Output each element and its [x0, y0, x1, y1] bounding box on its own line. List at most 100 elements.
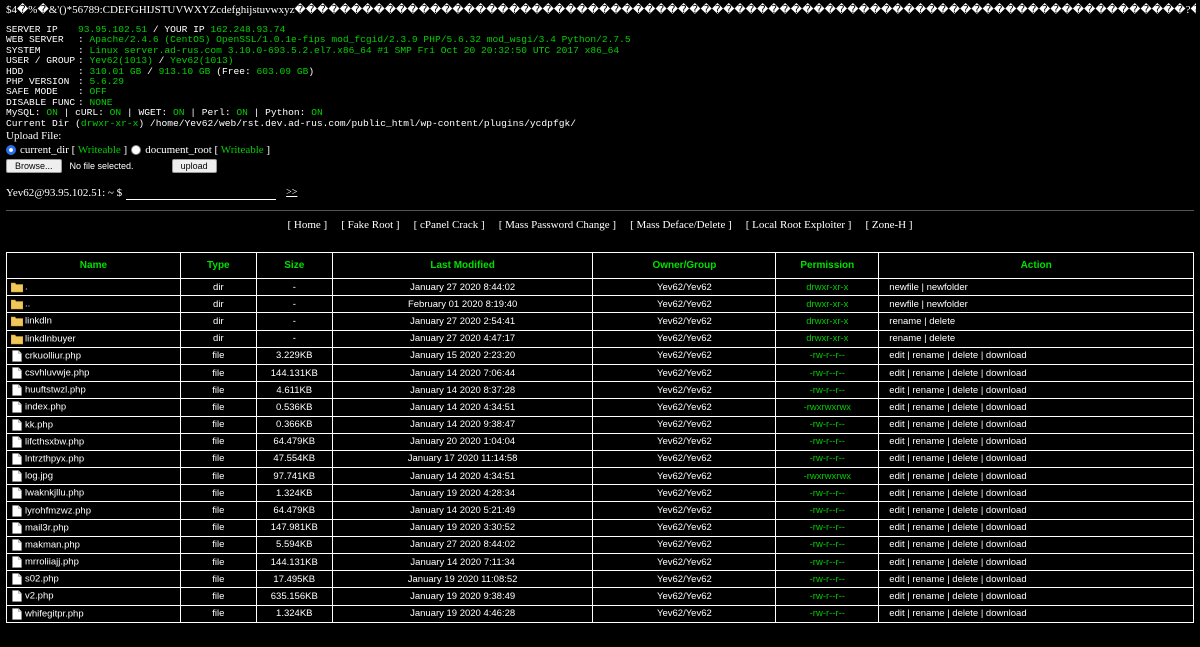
file-actions[interactable]: rename | delete — [878, 329, 1194, 348]
file-name-cell[interactable]: csvhluvwje.php — [6, 363, 181, 383]
file-actions[interactable]: edit | rename | delete | download — [878, 570, 1194, 589]
menu-link[interactable]: [ Zone-H ] — [865, 219, 912, 231]
file-name-cell[interactable]: s02.php — [6, 570, 181, 589]
permission[interactable]: -rw-r--r-- — [775, 587, 880, 606]
file-name-cell[interactable]: lntrzthpyx.php — [6, 449, 181, 469]
file-actions[interactable]: edit | rename | delete | download — [878, 552, 1194, 572]
file-actions[interactable]: edit | rename | delete | download — [878, 449, 1194, 469]
file-name[interactable]: kk.php — [25, 419, 53, 430]
file-name[interactable]: crkuolliur.php — [25, 350, 81, 361]
file-actions[interactable]: edit | rename | delete | download — [878, 381, 1194, 400]
file-name[interactable]: v2.php — [25, 591, 54, 602]
file-actions[interactable]: edit | rename | delete | download — [878, 535, 1194, 555]
permission[interactable]: drwxr-xr-x — [775, 312, 880, 331]
file-name-cell[interactable]: . — [6, 277, 181, 297]
file-name-cell[interactable]: lyrohfmzwz.php — [6, 501, 181, 520]
file-name-cell[interactable]: mail3r.php — [6, 518, 181, 537]
file-name-cell[interactable]: linkdlnbuyer — [6, 329, 181, 348]
permission[interactable]: -rw-r--r-- — [775, 363, 880, 383]
permission[interactable]: -rw-r--r-- — [775, 535, 880, 555]
file-name[interactable]: huuftstwzl.php — [25, 385, 86, 396]
permission[interactable]: -rwxrwxrwx — [775, 467, 880, 486]
permission[interactable]: -rw-r--r-- — [775, 381, 880, 400]
file-actions[interactable]: newfile | newfolder — [878, 277, 1194, 297]
file-name-cell[interactable]: log.jpg — [6, 467, 181, 486]
permission[interactable]: -rw-r--r-- — [775, 449, 880, 469]
file-name-cell[interactable]: mrroliiajj.php — [6, 552, 181, 572]
file-name[interactable]: lifcthsxbw.php — [25, 436, 84, 447]
file-name[interactable]: lntrzthpyx.php — [25, 453, 84, 464]
file-actions[interactable]: edit | rename | delete | download — [878, 604, 1194, 623]
file-name-cell[interactable]: whifegitpr.php — [6, 604, 181, 623]
permission[interactable]: -rw-r--r-- — [775, 432, 880, 451]
file-name[interactable]: .. — [25, 299, 30, 310]
menu-link[interactable]: [ Home ] — [287, 219, 327, 231]
browse-button[interactable]: Browse... — [6, 159, 62, 173]
command-input[interactable] — [126, 185, 277, 200]
permission[interactable]: -rwxrwxrwx — [775, 398, 880, 417]
file-name-cell[interactable]: kk.php — [6, 415, 181, 434]
column-header[interactable]: Type — [179, 252, 257, 279]
menu-link[interactable]: [ Local Root Exploiter ] — [746, 219, 852, 231]
file-actions[interactable]: edit | rename | delete | download — [878, 587, 1194, 606]
file-name[interactable]: s02.php — [25, 574, 59, 585]
file-name[interactable]: linkdln — [25, 316, 52, 327]
file-actions[interactable]: edit | rename | delete | download — [878, 363, 1194, 383]
menu-link[interactable]: [ Mass Password Change ] — [499, 219, 616, 231]
radio-current-dir[interactable] — [6, 145, 16, 155]
file-name-cell[interactable]: lifcthsxbw.php — [6, 432, 181, 451]
file-actions[interactable]: edit | rename | delete | download — [878, 398, 1194, 417]
file-actions[interactable]: rename | delete — [878, 312, 1194, 331]
file-name-cell[interactable]: huuftstwzl.php — [6, 381, 181, 400]
column-header[interactable]: Size — [255, 252, 333, 279]
upload-button[interactable]: upload — [171, 159, 217, 173]
file-actions[interactable]: edit | rename | delete | download — [878, 518, 1194, 537]
file-name[interactable]: index.php — [25, 402, 66, 413]
execute-button[interactable]: >> — [286, 187, 297, 198]
file-name-cell[interactable]: crkuolliur.php — [6, 346, 181, 365]
file-name[interactable]: mrroliiajj.php — [25, 557, 79, 568]
permission[interactable]: drwxr-xr-x — [775, 329, 880, 348]
file-actions[interactable]: edit | rename | delete | download — [878, 415, 1194, 434]
file-name-cell[interactable]: linkdln — [6, 312, 181, 331]
permission[interactable]: -rw-r--r-- — [775, 501, 880, 520]
file-actions[interactable]: edit | rename | delete | download — [878, 467, 1194, 486]
permission[interactable]: -rw-r--r-- — [775, 346, 880, 365]
menu-link[interactable]: [ cPanel Crack ] — [414, 219, 485, 231]
file-name-cell[interactable]: makman.php — [6, 535, 181, 555]
file-name[interactable]: lwaknkjllu.php — [25, 488, 84, 499]
permission[interactable]: -rw-r--r-- — [775, 484, 880, 503]
column-header[interactable]: Action — [878, 252, 1194, 279]
file-name[interactable]: linkdlnbuyer — [25, 333, 76, 344]
file-actions[interactable]: edit | rename | delete | download — [878, 484, 1194, 503]
file-name-cell[interactable]: index.php — [6, 398, 181, 417]
file-name[interactable]: . — [25, 282, 28, 293]
radio-document-root[interactable] — [131, 145, 142, 155]
column-header[interactable]: Owner/Group — [592, 252, 777, 279]
menu-link[interactable]: [ Fake Root ] — [341, 219, 399, 231]
file-name-cell[interactable]: .. — [6, 295, 181, 314]
column-header[interactable]: Last Modified — [331, 252, 594, 279]
column-header[interactable]: Permission — [775, 252, 880, 279]
file-name[interactable]: makman.php — [25, 539, 80, 550]
file-actions[interactable]: edit | rename | delete | download — [878, 501, 1194, 520]
file-actions[interactable]: edit | rename | delete | download — [878, 346, 1194, 365]
permission[interactable]: drwxr-xr-x — [775, 277, 880, 297]
file-name[interactable]: whifegitpr.php — [25, 608, 84, 619]
file-name[interactable]: csvhluvwje.php — [25, 368, 89, 379]
menu-link[interactable]: [ Mass Deface/Delete ] — [630, 219, 732, 231]
file-name-cell[interactable]: v2.php — [6, 587, 181, 606]
permission[interactable]: -rw-r--r-- — [775, 552, 880, 572]
column-header[interactable]: Name — [6, 252, 181, 279]
permission[interactable]: drwxr-xr-x — [775, 295, 880, 314]
file-actions[interactable]: newfile | newfolder — [878, 295, 1194, 314]
file-name[interactable]: lyrohfmzwz.php — [25, 505, 91, 516]
permission[interactable]: -rw-r--r-- — [775, 604, 880, 623]
permission[interactable]: -rw-r--r-- — [775, 518, 880, 537]
file-actions[interactable]: edit | rename | delete | download — [878, 432, 1194, 451]
file-name[interactable]: mail3r.php — [25, 522, 69, 533]
file-name-cell[interactable]: lwaknkjllu.php — [6, 484, 181, 503]
permission[interactable]: -rw-r--r-- — [775, 415, 880, 434]
file-name[interactable]: log.jpg — [25, 471, 53, 482]
permission[interactable]: -rw-r--r-- — [775, 570, 880, 589]
